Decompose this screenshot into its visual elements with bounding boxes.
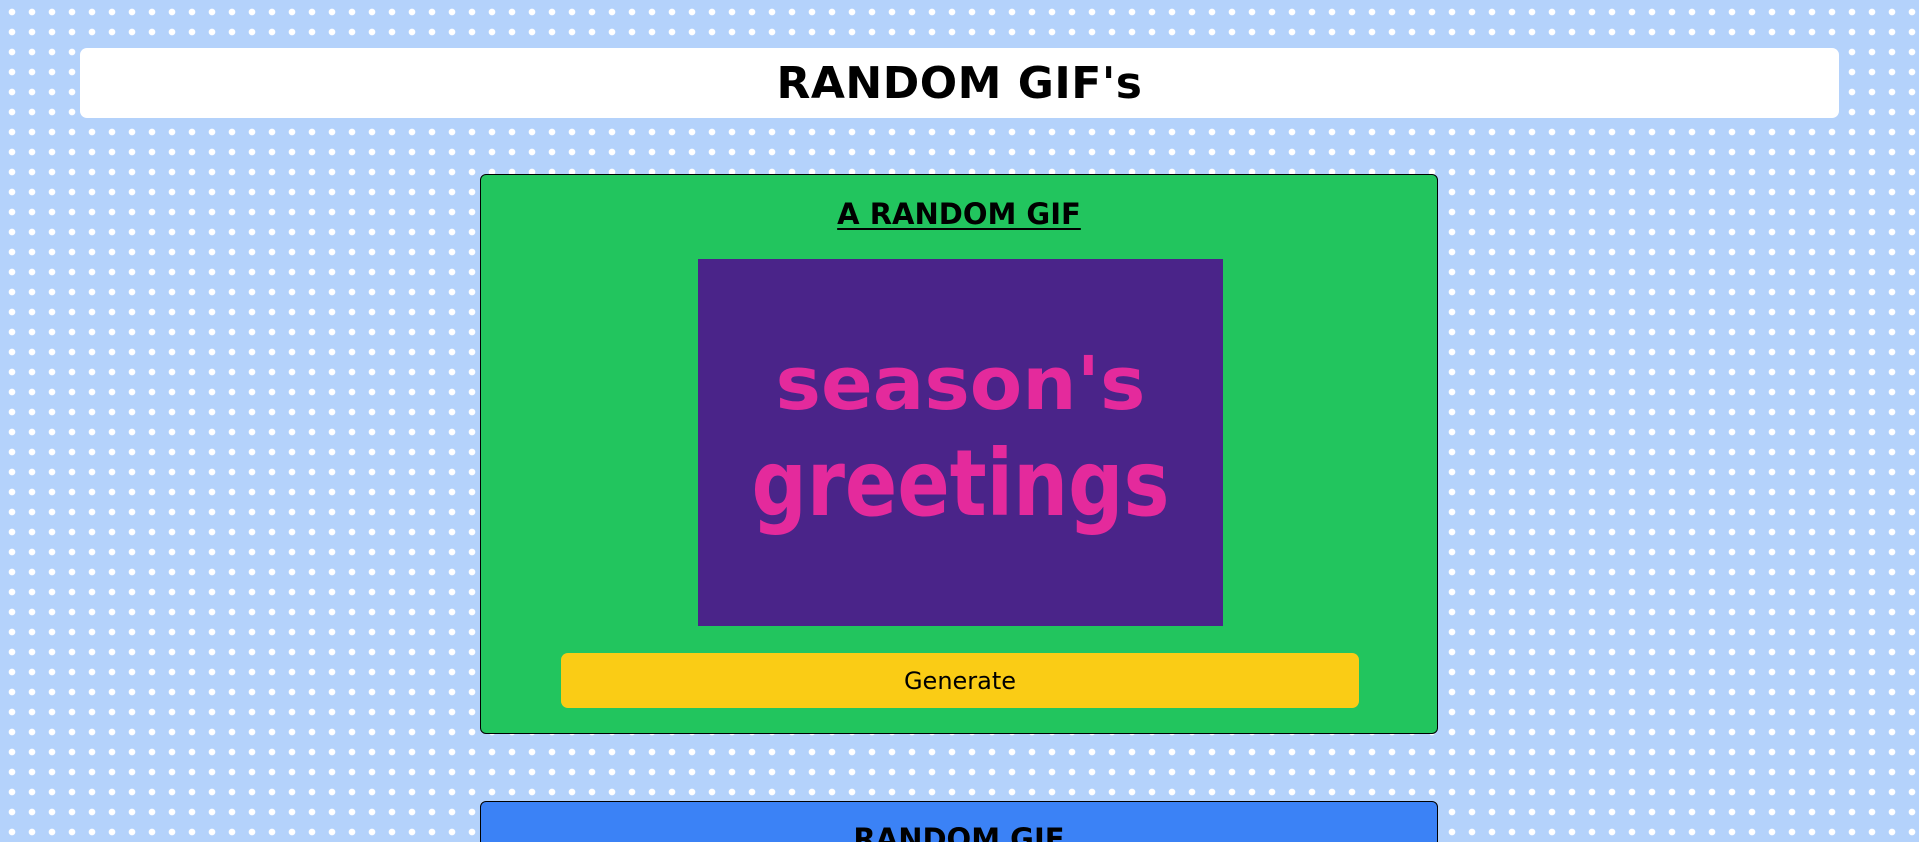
tag-gif-card: RANDOM GIF <box>480 801 1438 842</box>
random-gif-card-title: A RANDOM GIF <box>837 197 1081 231</box>
gif-text-line2: greetings <box>752 430 1170 537</box>
page-header: RANDOM GIF's <box>80 48 1839 118</box>
gif-text-line1: season's <box>776 341 1146 427</box>
page-title: RANDOM GIF's <box>776 57 1143 109</box>
tag-gif-card-title: RANDOM GIF <box>853 822 1065 842</box>
gif-image: season's greetings <box>698 259 1223 626</box>
generate-button[interactable]: Generate <box>561 653 1359 708</box>
random-gif-card: A RANDOM GIF season's greetings Generate <box>480 174 1438 734</box>
